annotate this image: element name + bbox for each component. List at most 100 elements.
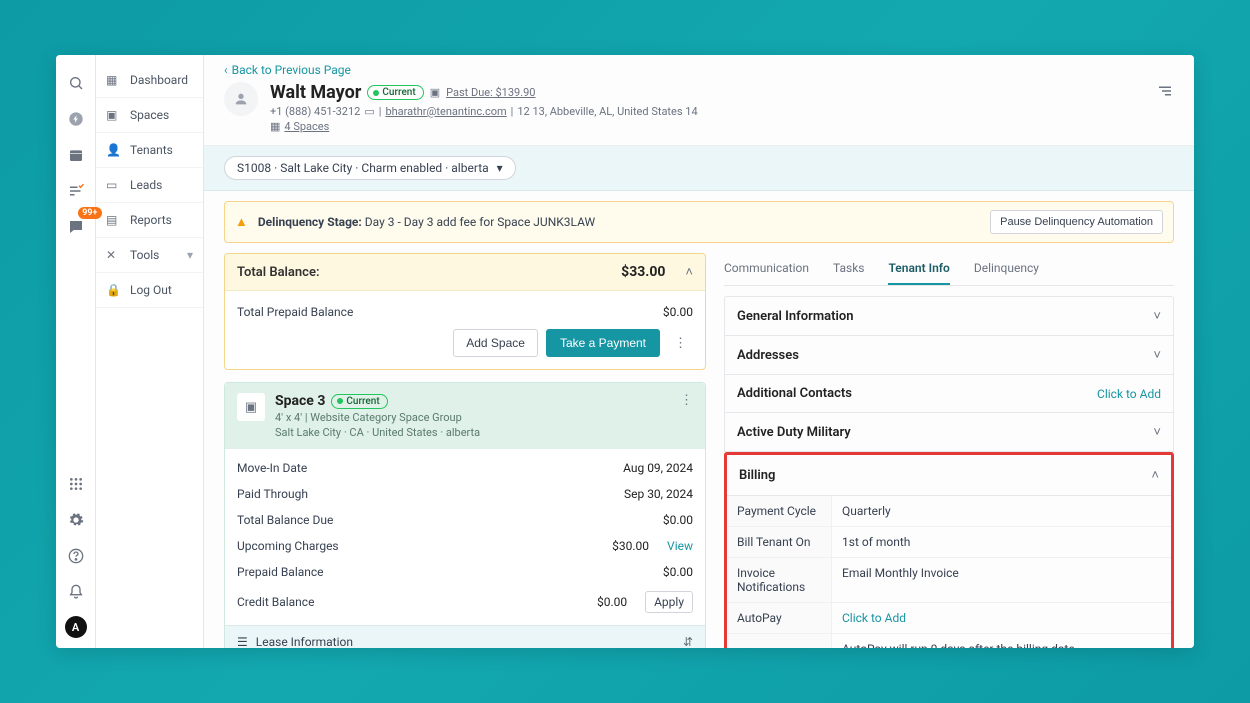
sidebar-label: Spaces (130, 108, 169, 122)
balance-card: Total Balance: $33.00 ˄ Total Prepaid Ba… (224, 253, 706, 370)
building-icon: ▦ (270, 120, 280, 133)
sidebar-label: Leads (130, 178, 162, 192)
pastdue-link[interactable]: Past Due: $139.90 (446, 86, 535, 99)
sidebar-label: Tenants (130, 143, 173, 157)
row-value: $0.00 (597, 595, 627, 609)
avatar[interactable]: A (65, 616, 87, 638)
acc-billing[interactable]: Billing˄ (727, 455, 1171, 495)
billing-key: AutoPay (727, 603, 832, 633)
status-chip: Current (331, 394, 387, 409)
tab-tenant-info[interactable]: Tenant Info (888, 253, 949, 285)
chat-badge: 99+ (78, 207, 101, 219)
delinquency-alert: ▲ Delinquency Stage: Day 3 - Day 3 add f… (224, 201, 1174, 243)
row-label: Credit Balance (237, 595, 597, 609)
sidebar-item-logout[interactable]: 🔒Log Out (96, 273, 203, 308)
person-icon: 👤 (106, 143, 122, 157)
tenant-avatar (224, 82, 258, 116)
property-selector[interactable]: S1008 · Salt Lake City · Charm enabled ·… (224, 156, 516, 180)
space-row: Paid ThroughSep 30, 2024 (237, 481, 693, 507)
warning-icon: ▲ (235, 214, 248, 230)
tab-tasks[interactable]: Tasks (833, 253, 865, 285)
space-title: Space 3Current (275, 393, 388, 409)
space-row: Prepaid Balance$0.00 (237, 559, 693, 585)
space-row: Total Balance Due$0.00 (237, 507, 693, 533)
autopay-add-link[interactable]: Click to Add (832, 603, 1171, 633)
bell-icon[interactable] (64, 580, 88, 604)
tab-communication[interactable]: Communication (724, 253, 809, 285)
tasks-icon[interactable] (64, 179, 88, 203)
prepaid-value: $0.00 (663, 305, 693, 319)
space-row: Credit Balance$0.00 Apply (237, 585, 693, 619)
sidebar-item-reports[interactable]: ▤Reports (96, 203, 203, 238)
sidebar-item-leads[interactable]: ▭Leads (96, 168, 203, 203)
acc-addresses[interactable]: Addresses˅ (725, 336, 1173, 374)
adjust-icon[interactable]: ⇵ (683, 635, 693, 648)
space-location: Salt Lake City · CA · United States · al… (275, 426, 480, 439)
view-link[interactable]: View (667, 539, 693, 553)
header-menu-icon[interactable] (1156, 82, 1174, 100)
space-row: Upcoming Charges$30.00View (237, 533, 693, 559)
back-link[interactable]: ‹Back to Previous Page (224, 63, 351, 77)
space-dims: 4' x 4' | Website Category Space Group (275, 411, 480, 424)
grid-icon: ▦ (106, 73, 122, 87)
add-space-button[interactable]: Add Space (453, 329, 538, 357)
acc-general-info[interactable]: General Information˅ (725, 297, 1173, 335)
chevron-up-icon[interactable]: ˄ (685, 264, 693, 280)
add-contact-link[interactable]: Click to Add (1097, 387, 1161, 401)
search-icon[interactable] (64, 71, 88, 95)
space-card: ▣ Space 3Current 4' x 4' | Website Categ… (224, 382, 706, 648)
billing-key: Bill Tenant On (727, 527, 832, 557)
billing-value: Email Monthly Invoice (832, 558, 1171, 602)
row-value: $0.00 (663, 513, 693, 527)
row-label: Paid Through (237, 487, 624, 501)
more-icon[interactable]: ⋮ (680, 393, 693, 408)
sidebar-item-tools[interactable]: ✕Tools▾ (96, 238, 203, 273)
apply-button[interactable]: Apply (645, 591, 693, 613)
contact-line: +1 (888) 451-3212 ▭ | bharathr@tenantinc… (270, 105, 1144, 118)
gear-icon[interactable] (64, 508, 88, 532)
chevron-down-icon: ˅ (1153, 424, 1161, 440)
tabs: Communication Tasks Tenant Info Delinque… (724, 253, 1174, 286)
sidebar-label: Dashboard (130, 73, 188, 87)
email-link[interactable]: bharathr@tenantinc.com (385, 105, 506, 118)
chevron-up-icon: ˄ (1151, 467, 1159, 483)
billing-key: Payment Cycle (727, 496, 832, 526)
help-icon[interactable] (64, 544, 88, 568)
autopay-note: AutoPay will run 0 days after the billin… (832, 634, 1171, 648)
app-shell: 99+ A ▦Dashboard ▣Spaces 👤Tenants ▭Leads… (56, 55, 1194, 648)
billing-value: Quarterly (832, 496, 1171, 526)
icon-rail: 99+ A (56, 55, 96, 648)
chevron-down-icon: ˅ (1153, 347, 1161, 363)
spaces-link[interactable]: 4 Spaces (284, 120, 329, 133)
row-value: Aug 09, 2024 (623, 461, 693, 475)
billing-key: Invoice Notifications (727, 558, 832, 602)
row-label: Prepaid Balance (237, 565, 663, 579)
pause-automation-button[interactable]: Pause Delinquency Automation (990, 210, 1163, 234)
take-payment-button[interactable]: Take a Payment (546, 329, 660, 357)
billing-value: 1st of month (832, 527, 1171, 557)
apps-icon[interactable] (64, 472, 88, 496)
acc-additional-contacts[interactable]: Additional ContactsClick to Add (725, 375, 1173, 412)
sidebar-item-dashboard[interactable]: ▦ Dashboard (96, 63, 203, 98)
chevron-down-icon: ˅ (1153, 308, 1161, 324)
sidebar-item-spaces[interactable]: ▣Spaces (96, 98, 203, 133)
chat-icon[interactable]: 99+ (64, 215, 88, 239)
sidebar-item-tenants[interactable]: 👤 Tenants (96, 133, 203, 168)
pastdue-icon: ▣ (430, 86, 440, 99)
tenant-name: Walt Mayor Current ▣ Past Due: $139.90 (270, 82, 536, 103)
chat-icon[interactable]: ▭ (364, 105, 374, 118)
row-value: $30.00 (612, 539, 649, 553)
more-icon[interactable]: ⋮ (668, 336, 693, 351)
lease-info-section[interactable]: ☰Lease Information⇵ (225, 625, 705, 648)
page-header: ‹Back to Previous Page Walt Mayor Curren… (204, 55, 1194, 146)
row-value: $0.00 (663, 565, 693, 579)
unit-icon: ▣ (237, 393, 265, 421)
info-accordion: General Information˅ Addresses˅ Addition… (724, 296, 1174, 452)
acc-active-duty[interactable]: Active Duty Military˅ (725, 413, 1173, 451)
prepaid-label: Total Prepaid Balance (237, 305, 663, 319)
bolt-icon[interactable] (64, 107, 88, 131)
row-label: Move-In Date (237, 461, 623, 475)
calendar-icon[interactable] (64, 143, 88, 167)
row-label: Total Balance Due (237, 513, 663, 527)
tab-delinquency[interactable]: Delinquency (974, 253, 1039, 285)
